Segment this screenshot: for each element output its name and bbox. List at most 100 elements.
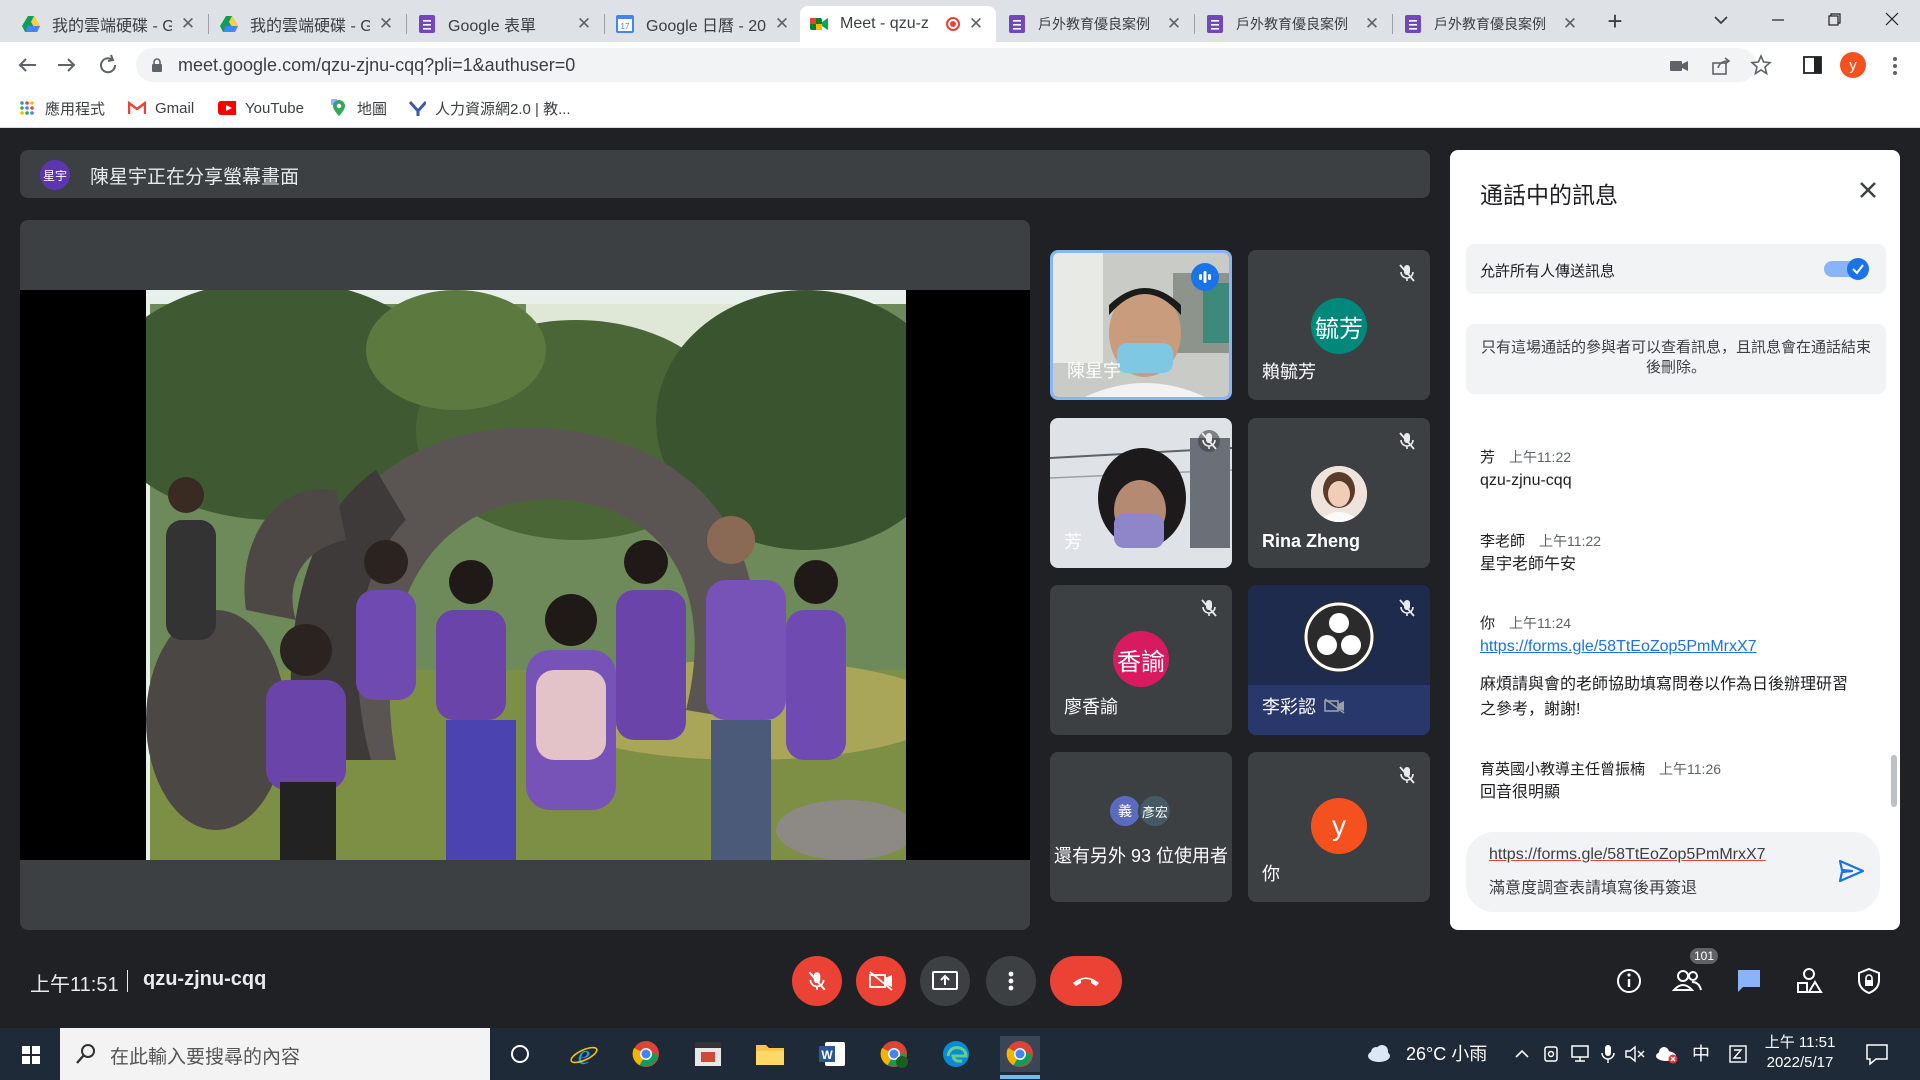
activities-icon[interactable]: [1794, 966, 1824, 996]
more-options-button[interactable]: [986, 956, 1036, 1006]
tab-outdoor-education-2[interactable]: 戶外教育優良案例 ✕: [1196, 6, 1392, 42]
chrome-icon[interactable]: [626, 1036, 666, 1072]
taskbar-search-placeholder[interactable]: 在此輸入要搜尋的內容: [110, 1042, 300, 1069]
camera-off-icon: [1324, 698, 1346, 719]
word-icon[interactable]: W: [812, 1036, 852, 1072]
tray-expand-icon[interactable]: [1514, 1046, 1530, 1062]
participant-tile-lai[interactable]: 毓芳 賴毓芳: [1248, 250, 1430, 400]
mic-muted-icon: [1201, 599, 1217, 617]
chrome-menu-icon[interactable]: [1890, 54, 1900, 78]
reload-button[interactable]: [94, 52, 124, 78]
mic-toggle-button[interactable]: [792, 956, 842, 1006]
chat-icon[interactable]: [1734, 966, 1764, 996]
leave-call-button[interactable]: [1050, 956, 1122, 1006]
system-date: 2022/5/17: [1766, 1054, 1834, 1071]
send-icon[interactable]: [1836, 856, 1866, 886]
close-icon[interactable]: [1854, 176, 1882, 204]
compose-text-line[interactable]: https://forms.gle/58TtEoZop5PmMrxX7: [1489, 846, 1766, 864]
bookmark-apps[interactable]: 應用程式: [18, 96, 105, 120]
meeting-details-icon[interactable]: [1614, 966, 1644, 996]
search-icon: [74, 1042, 98, 1066]
forward-button[interactable]: [52, 52, 82, 78]
shared-photo: [146, 290, 906, 860]
chrome-active-icon[interactable]: [1000, 1036, 1040, 1072]
message-compose-box[interactable]: [1466, 832, 1880, 912]
tab-search-icon[interactable]: [1706, 8, 1736, 32]
host-controls-icon[interactable]: [1854, 966, 1884, 996]
bookmark-star-icon[interactable]: [1750, 53, 1772, 76]
present-screen-button[interactable]: [920, 956, 970, 1006]
participant-tile-rina[interactable]: Rina Zheng: [1248, 418, 1430, 568]
message-text: 回音很明顯: [1480, 784, 1561, 801]
tab-google-drive-1[interactable]: 我的雲端硬碟 - Go ✕: [12, 6, 208, 42]
lock-icon[interactable]: [150, 57, 164, 73]
participant-tile-chen[interactable]: 陳星宇: [1050, 250, 1232, 400]
participant-tile-self[interactable]: y 你: [1248, 752, 1430, 902]
message-link[interactable]: https://forms.gle/58TtEoZop5PmMrxX7: [1480, 634, 1757, 659]
bookmark-gmail[interactable]: Gmail: [128, 96, 194, 120]
tab-title: Meet - qzu-z: [840, 15, 929, 32]
participant-avatar: 毓芳: [1311, 298, 1367, 354]
profile-avatar[interactable]: y: [1840, 52, 1866, 78]
camera-in-use-icon[interactable]: [1668, 56, 1690, 76]
restore-button[interactable]: [1814, 4, 1854, 34]
participant-tile-liao[interactable]: 香諭 廖香諭: [1050, 585, 1232, 735]
participant-tile-others[interactable]: 義 彥宏 還有另外 93 位使用者: [1050, 752, 1232, 902]
device-icon[interactable]: [1542, 1044, 1560, 1064]
close-tab-icon[interactable]: ✕: [1164, 14, 1184, 34]
allow-messages-toggle[interactable]: [1824, 257, 1870, 281]
close-tab-icon[interactable]: ✕: [966, 14, 986, 34]
tab-outdoor-education-3[interactable]: 戶外教育優良案例 ✕: [1394, 6, 1590, 42]
close-tab-icon[interactable]: ✕: [178, 14, 198, 34]
ime-indicator[interactable]: 中: [1692, 1040, 1710, 1066]
url-text[interactable]: meet.google.com/qzu-zjnu-cqq?pli=1&authu…: [178, 55, 575, 76]
compose-text-line[interactable]: 滿意度調查表請填寫後再簽退: [1489, 874, 1697, 898]
bookmark-hr-network[interactable]: 人力資源網2.0 | 教...: [408, 96, 571, 120]
close-tab-icon[interactable]: ✕: [1362, 14, 1382, 34]
share-icon[interactable]: [1710, 55, 1732, 77]
task-view-icon[interactable]: [500, 1036, 540, 1072]
tab-title: 戶外教育優良案例: [1038, 16, 1150, 32]
close-tab-icon[interactable]: ✕: [574, 14, 594, 34]
volume-muted-icon[interactable]: [1624, 1044, 1646, 1064]
close-tab-icon[interactable]: ✕: [1560, 14, 1580, 34]
tab-google-forms[interactable]: Google 表單 ✕: [408, 6, 604, 42]
internet-explorer-icon[interactable]: e: [564, 1036, 604, 1072]
system-clock[interactable]: 上午 11:51 2022/5/17: [1760, 1033, 1840, 1073]
tab-title: 我的雲端硬碟 - Go: [52, 18, 172, 35]
minimize-button[interactable]: [1758, 4, 1798, 34]
side-panel-icon[interactable]: [1802, 55, 1824, 75]
tab-outdoor-education-1[interactable]: 戶外教育優良案例 ✕: [998, 6, 1194, 42]
tab-google-meet[interactable]: Meet - qzu-z ✕: [800, 6, 996, 42]
mini-avatar: 義: [1108, 794, 1142, 828]
mic-muted-icon: [1399, 432, 1415, 450]
chat-scrollbar[interactable]: [1891, 755, 1897, 807]
file-explorer-icon[interactable]: [750, 1036, 790, 1072]
windows-start-icon[interactable]: [14, 1040, 48, 1070]
participant-tile-li[interactable]: 李彩認: [1248, 585, 1430, 735]
weather-text[interactable]: 26°C 小雨: [1406, 1040, 1487, 1066]
notifications-icon[interactable]: [1864, 1042, 1890, 1066]
new-tab-button[interactable]: +: [1598, 6, 1632, 38]
close-tab-icon[interactable]: ✕: [376, 14, 396, 34]
mic-muted-icon: [1399, 264, 1415, 282]
back-button[interactable]: [12, 52, 42, 78]
bookmark-maps[interactable]: 地圖: [330, 96, 387, 120]
participant-tile-fang[interactable]: 芳: [1050, 418, 1232, 568]
close-tab-icon[interactable]: ✕: [772, 14, 792, 34]
camera-toggle-button[interactable]: [856, 956, 906, 1006]
onedrive-icon[interactable]: [1654, 1044, 1678, 1064]
tab-title: 戶外教育優良案例: [1236, 16, 1348, 32]
chrome-profile-icon[interactable]: [874, 1036, 914, 1072]
network-icon[interactable]: [1570, 1044, 1592, 1064]
media-player-icon[interactable]: [688, 1036, 728, 1072]
tab-google-drive-2[interactable]: 我的雲端硬碟 - Go ✕: [210, 6, 406, 42]
edge-icon[interactable]: [936, 1036, 976, 1072]
weather-cloud-icon[interactable]: [1366, 1044, 1392, 1064]
bookmark-youtube[interactable]: YouTube: [218, 96, 304, 120]
close-window-button[interactable]: [1872, 4, 1912, 34]
people-icon[interactable]: [1672, 966, 1702, 996]
tab-google-calendar[interactable]: 17 Google 日曆 - 20 ✕: [606, 6, 802, 42]
microphone-icon[interactable]: [1600, 1043, 1616, 1065]
ime-mode-icon[interactable]: [1728, 1044, 1748, 1064]
